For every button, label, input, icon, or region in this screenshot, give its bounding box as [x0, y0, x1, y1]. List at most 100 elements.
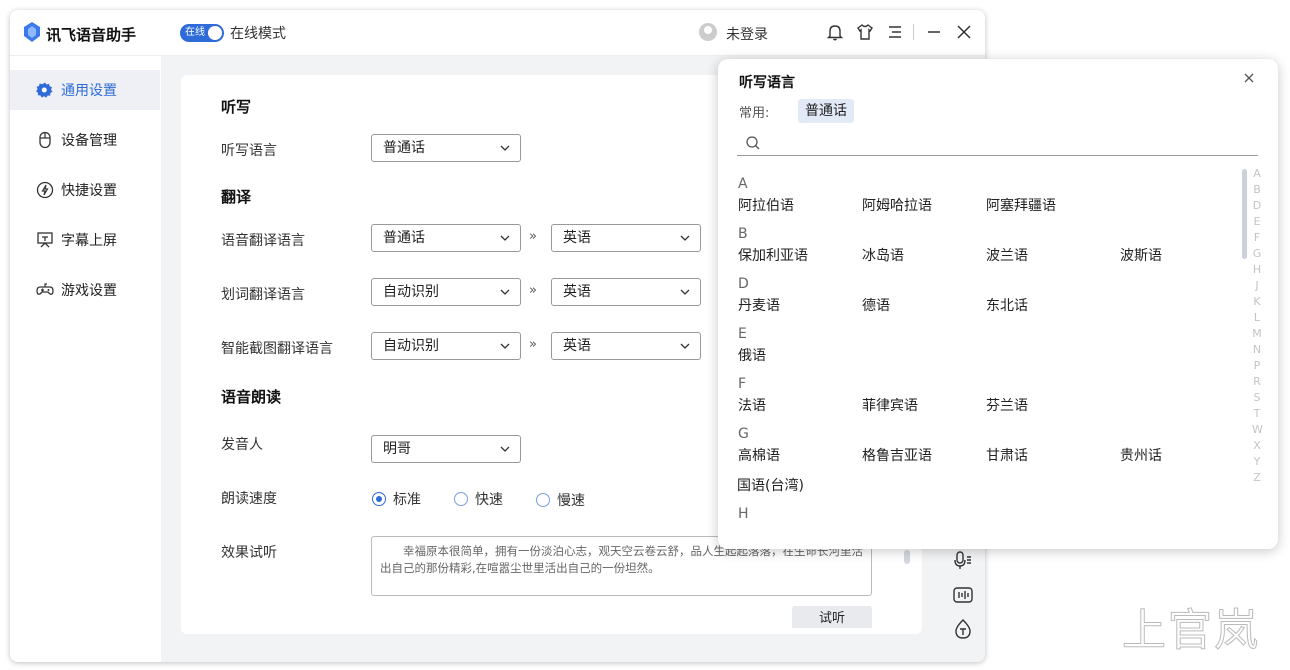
- language-option[interactable]: 阿姆哈拉语: [862, 195, 932, 215]
- alphabet-index-item[interactable]: N: [1252, 343, 1262, 356]
- common-label: 常用:: [739, 106, 770, 121]
- sidebar-item-game[interactable]: 游戏设置: [10, 270, 160, 310]
- word-translate-from-select[interactable]: 自动识别: [371, 278, 521, 306]
- toggle-label: 在线: [185, 27, 205, 38]
- language-option[interactable]: 阿拉伯语: [738, 195, 794, 215]
- toggle-knob: [208, 26, 222, 40]
- voice-input-icon[interactable]: [952, 549, 974, 571]
- alphabet-index-item[interactable]: B: [1252, 183, 1262, 196]
- waveform-icon[interactable]: [952, 584, 974, 606]
- alphabet-index-item[interactable]: L: [1252, 311, 1262, 324]
- mode-label: 在线模式: [230, 26, 286, 42]
- login-link[interactable]: 未登录: [726, 24, 768, 44]
- sidebar-item-label: 通用设置: [61, 83, 117, 99]
- sidebar-item-general[interactable]: 通用设置: [10, 70, 160, 110]
- word-translate-to-select[interactable]: 英语: [551, 278, 701, 306]
- language-search-input[interactable]: [737, 129, 1258, 156]
- language-option[interactable]: 国语(台湾): [737, 475, 804, 495]
- scrollbar[interactable]: [1242, 169, 1247, 259]
- alphabet-index-item[interactable]: K: [1252, 295, 1262, 308]
- alphabet-index-item[interactable]: D: [1252, 199, 1262, 212]
- screenshot-translate-to-select[interactable]: 英语: [551, 332, 701, 360]
- app-logo-icon: [24, 22, 40, 42]
- speed-radio-slow[interactable]: 慢速: [536, 490, 585, 510]
- minimize-icon[interactable]: [923, 21, 945, 43]
- alphabet-index-item[interactable]: F: [1252, 231, 1262, 244]
- alphabet-index-item[interactable]: R: [1252, 375, 1262, 388]
- watermark-text: 上官岚: [1122, 605, 1260, 657]
- bell-icon[interactable]: [824, 21, 846, 43]
- speed-radio-standard[interactable]: 标准: [372, 489, 421, 509]
- alphabet-index-item[interactable]: P: [1252, 359, 1262, 372]
- common-language-chip[interactable]: 普通话: [798, 99, 854, 123]
- voice-translate-from-select[interactable]: 普通话: [371, 224, 521, 252]
- word-translate-label: 划词翻译语言: [221, 287, 305, 303]
- language-option[interactable]: 格鲁吉亚语: [862, 445, 932, 465]
- speaker-select[interactable]: 明哥: [371, 435, 521, 463]
- language-option[interactable]: 芬兰语: [986, 395, 1028, 415]
- avatar[interactable]: [699, 23, 717, 41]
- language-option[interactable]: 丹麦语: [738, 295, 780, 315]
- language-popup: 听写语言 常用: 普通话 A 阿拉伯语 阿姆哈拉语 阿塞拜疆语 B 保加利亚语 …: [718, 59, 1278, 549]
- listen-button[interactable]: 试听: [792, 606, 872, 628]
- section-reading: 语音朗读: [221, 388, 282, 406]
- chevron-down-icon: [500, 289, 510, 295]
- alphabet-index-item[interactable]: T: [1252, 407, 1262, 420]
- online-toggle[interactable]: 在线: [180, 24, 224, 42]
- dictation-language-select[interactable]: 普通话: [371, 134, 521, 162]
- chevron-down-icon: [680, 235, 690, 241]
- group-letter: E: [738, 326, 747, 342]
- language-option[interactable]: 保加利亚语: [738, 245, 808, 265]
- language-option[interactable]: 东北话: [986, 295, 1028, 315]
- dictation-language-label: 听写语言: [221, 143, 277, 159]
- sidebar-item-shortcut[interactable]: 快捷设置: [10, 170, 160, 210]
- language-option[interactable]: 贵州话: [1120, 445, 1162, 465]
- alphabet-index-item[interactable]: J: [1252, 279, 1262, 292]
- language-option[interactable]: 阿塞拜疆语: [986, 195, 1056, 215]
- language-option[interactable]: 高棉语: [738, 445, 780, 465]
- language-option[interactable]: 法语: [738, 395, 766, 415]
- sidebar-item-label: 设备管理: [61, 133, 117, 149]
- alphabet-index-item[interactable]: M: [1252, 327, 1262, 340]
- translate-arrow: »: [529, 337, 537, 352]
- sidebar-item-device[interactable]: 设备管理: [10, 120, 160, 160]
- search-icon: [746, 136, 760, 150]
- alphabet-index-item[interactable]: A: [1252, 167, 1262, 180]
- alphabet-index-item[interactable]: Z: [1252, 471, 1262, 484]
- language-option[interactable]: 波兰语: [986, 245, 1028, 265]
- app-title: 讯飞语音助手: [46, 26, 137, 44]
- language-option[interactable]: 菲律宾语: [862, 395, 918, 415]
- sidebar-item-label: 字幕上屏: [61, 233, 117, 249]
- language-option[interactable]: 德语: [862, 295, 890, 315]
- radio-label: 快速: [475, 492, 503, 508]
- sidebar-item-subtitle[interactable]: 字幕上屏: [10, 220, 160, 260]
- alphabet-index-item[interactable]: H: [1252, 263, 1262, 276]
- alphabet-index-item[interactable]: W: [1252, 423, 1263, 436]
- alphabet-index-item[interactable]: X: [1252, 439, 1262, 452]
- shirt-icon[interactable]: [854, 21, 876, 43]
- alphabet-index-item[interactable]: Y: [1252, 455, 1262, 468]
- language-option[interactable]: 波斯语: [1120, 245, 1162, 265]
- alphabet-index-item[interactable]: S: [1252, 391, 1262, 404]
- select-value: 自动识别: [383, 338, 439, 354]
- translate-tool-icon[interactable]: [952, 618, 974, 640]
- scrollbar[interactable]: [904, 550, 910, 564]
- alphabet-index-item[interactable]: G: [1252, 247, 1262, 260]
- alphabet-index-item[interactable]: E: [1252, 215, 1262, 228]
- voice-translate-to-select[interactable]: 英语: [551, 224, 701, 252]
- select-value: 英语: [563, 338, 591, 354]
- speed-radio-fast[interactable]: 快速: [454, 489, 503, 509]
- chevron-down-icon: [680, 343, 690, 349]
- group-letter: A: [738, 176, 748, 192]
- chevron-down-icon: [500, 235, 510, 241]
- close-icon[interactable]: [953, 21, 975, 43]
- close-icon[interactable]: [1242, 71, 1256, 85]
- language-option[interactable]: 甘肃话: [986, 445, 1028, 465]
- language-option[interactable]: 冰岛语: [862, 245, 904, 265]
- language-option[interactable]: 俄语: [738, 345, 766, 365]
- translate-arrow: »: [529, 229, 537, 244]
- select-value: 普通话: [383, 230, 425, 246]
- screenshot-translate-from-select[interactable]: 自动识别: [371, 332, 521, 360]
- select-value: 明哥: [383, 441, 411, 457]
- menu-icon[interactable]: [884, 21, 906, 43]
